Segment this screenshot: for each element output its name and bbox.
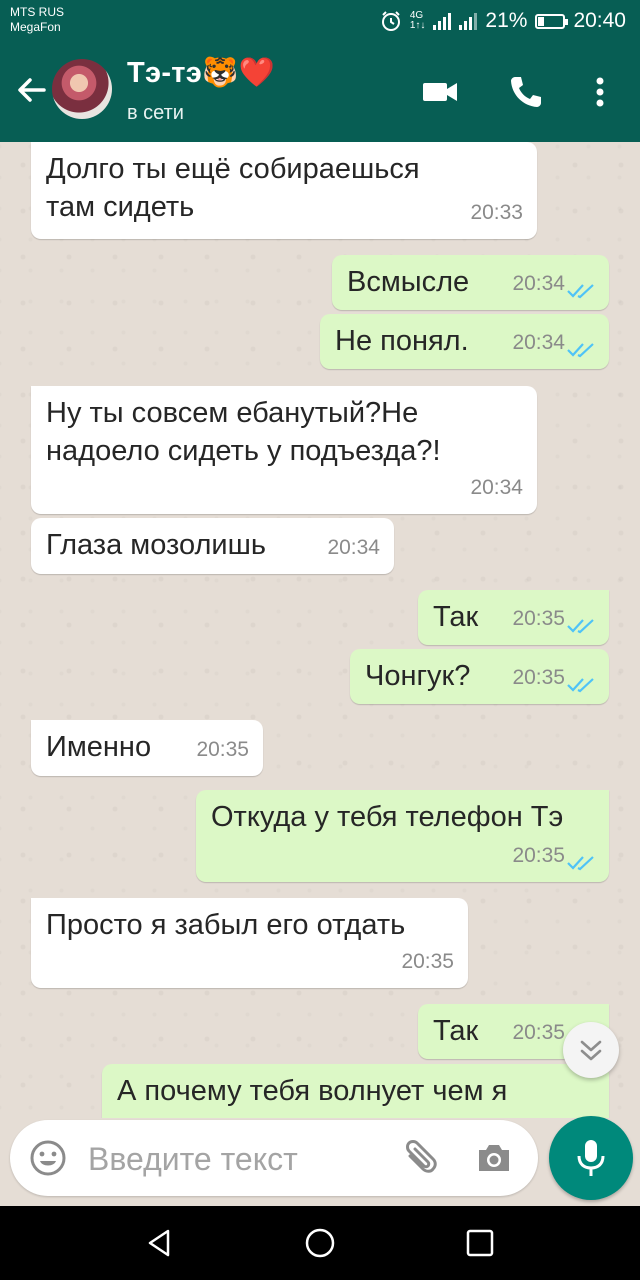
message-time: 20:33	[470, 201, 523, 224]
message-text: А почему тебя волнует чем я	[117, 1075, 508, 1107]
message-time: 20:35	[512, 1021, 565, 1044]
message-text: Чонгук?	[365, 660, 471, 692]
status-bar: MTS RUS MegaFon 4G 1↑↓ 21% 20:40	[0, 0, 640, 42]
message-time: 20:34	[470, 476, 523, 499]
nav-recent-apps-icon[interactable]	[460, 1223, 500, 1263]
battery-percent: 21%	[485, 9, 528, 32]
clock: 20:40	[573, 9, 626, 32]
message-incoming[interactable]: Именно 20:35	[31, 720, 263, 776]
message-line: надоело сидеть у подъезда?!	[46, 435, 441, 467]
network-type-bottom: 1↑↓	[409, 20, 426, 31]
message-list[interactable]: Долго ты ещё собираешься там сидеть 20:3…	[0, 142, 640, 1118]
message-incoming[interactable]: Просто я забыл его отдать 20:35	[31, 898, 468, 988]
contact-avatar[interactable]	[52, 59, 112, 119]
status-indicators: 4G 1↑↓ 21% 20:40	[380, 6, 626, 36]
carrier-info: MTS RUS MegaFon	[10, 5, 64, 35]
emoji-icon[interactable]	[28, 1138, 68, 1178]
message-outgoing[interactable]: Не понял. 20:34	[320, 314, 609, 369]
contact-status: в сети	[127, 102, 184, 124]
nav-home-icon[interactable]	[300, 1223, 340, 1263]
message-outgoing[interactable]: Всмысле 20:34	[332, 255, 609, 310]
message-time: 20:35	[401, 950, 454, 973]
carrier-secondary: MegaFon	[10, 20, 61, 34]
network-type: 4G 1↑↓	[410, 11, 426, 31]
video-camera-icon[interactable]	[420, 72, 460, 112]
message-text: Ну ты совсем ебанутый?Не надоело сидеть …	[46, 394, 441, 470]
message-text: Долго ты ещё собираешься там сидеть	[46, 150, 420, 226]
signal-icon-1	[433, 12, 452, 30]
message-incoming[interactable]: Глаза мозолишь 20:34	[31, 518, 394, 574]
arrow-left-icon[interactable]	[12, 70, 52, 110]
message-time: 20:34	[512, 331, 565, 354]
message-text: Всмысле	[347, 266, 470, 298]
message-time: 20:35	[196, 738, 249, 761]
message-text: Глаза мозолишь	[46, 529, 266, 561]
phone-icon[interactable]	[506, 72, 546, 112]
message-text: Так	[433, 601, 479, 633]
more-vertical-icon[interactable]	[580, 72, 620, 112]
message-line: Долго ты ещё собираешься	[46, 153, 420, 185]
message-text: Так	[433, 1015, 479, 1047]
message-line: Ну ты совсем ебанутый?Не	[46, 397, 419, 429]
chat-header: Тэ-тэ🐯❤️ в сети	[0, 42, 640, 142]
scroll-to-bottom-button[interactable]	[563, 1022, 619, 1078]
message-line: там сидеть	[46, 191, 195, 223]
message-text: Не понял.	[335, 325, 469, 357]
system-nav-bar	[0, 1206, 640, 1280]
voice-message-button[interactable]	[549, 1116, 633, 1200]
message-input[interactable]	[86, 1134, 390, 1184]
double-check-icon	[567, 284, 594, 299]
message-outgoing[interactable]: А почему тебя волнует чем я	[102, 1064, 609, 1118]
message-outgoing[interactable]: Чонгук? 20:35	[350, 649, 609, 704]
contact-name[interactable]: Тэ-тэ🐯❤️	[127, 56, 275, 90]
message-text: Просто я забыл его отдать	[46, 909, 406, 941]
message-time: 20:34	[327, 536, 380, 559]
message-composer	[10, 1120, 538, 1196]
message-time: 20:35	[512, 666, 565, 689]
chevron-double-down-icon	[580, 1040, 602, 1061]
battery-icon	[535, 13, 569, 29]
carrier-primary: MTS RUS	[10, 5, 64, 19]
nav-back-icon[interactable]	[140, 1223, 180, 1263]
message-time: 20:35	[512, 844, 565, 867]
camera-icon[interactable]	[474, 1138, 514, 1178]
message-incoming[interactable]: Долго ты ещё собираешься там сидеть 20:3…	[31, 142, 537, 239]
message-time: 20:34	[512, 272, 565, 295]
message-time: 20:35	[512, 607, 565, 630]
message-outgoing[interactable]: Так 20:35	[418, 590, 609, 645]
double-check-icon	[567, 343, 594, 358]
microphone-icon	[577, 1140, 605, 1176]
alarm-icon	[381, 11, 400, 31]
paperclip-icon[interactable]	[396, 1136, 440, 1180]
double-check-icon	[567, 619, 594, 634]
message-text: Именно	[46, 731, 152, 763]
double-check-icon	[567, 678, 594, 693]
message-outgoing[interactable]: Откуда у тебя телефон Тэ 20:35	[196, 790, 609, 882]
double-check-icon	[567, 856, 594, 871]
message-text: Откуда у тебя телефон Тэ	[211, 801, 564, 833]
signal-icon-2	[459, 12, 478, 30]
message-incoming[interactable]: Ну ты совсем ебанутый?Не надоело сидеть …	[31, 386, 537, 514]
